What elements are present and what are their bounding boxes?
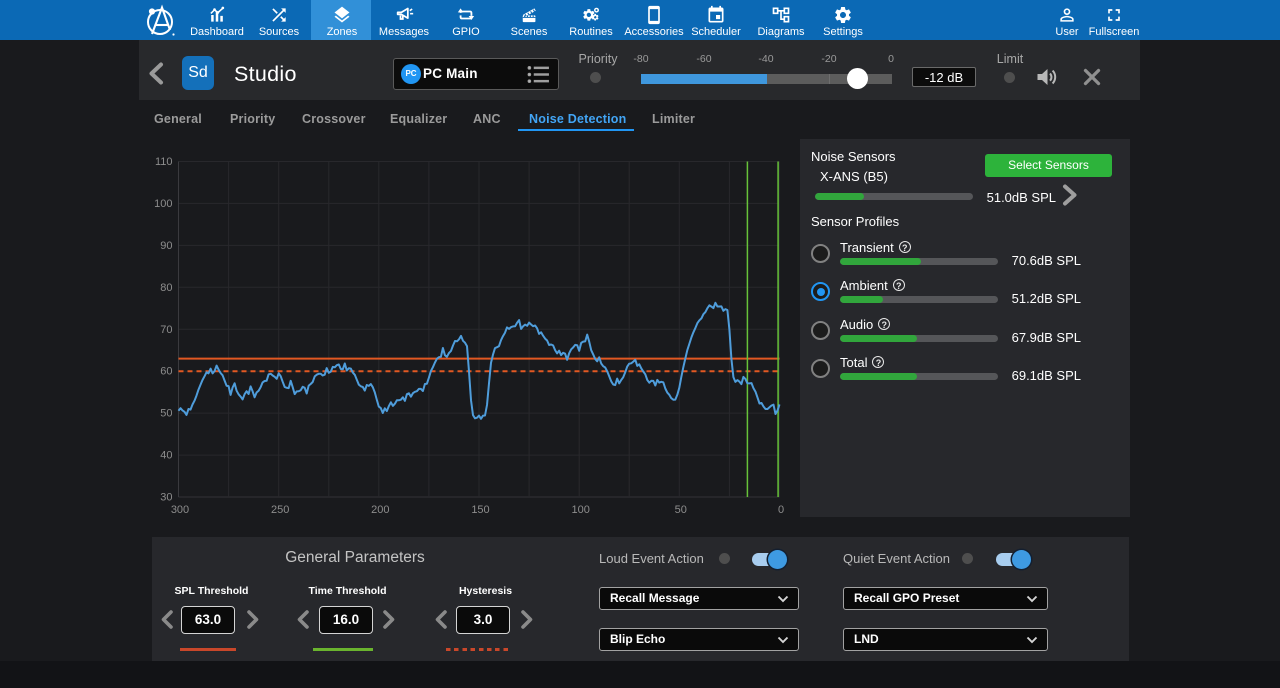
- svg-text:110: 110: [155, 156, 173, 168]
- svg-text:150: 150: [471, 504, 489, 516]
- svg-text:90: 90: [160, 240, 172, 252]
- svg-text:60: 60: [160, 366, 172, 378]
- svg-text:0: 0: [778, 504, 784, 516]
- svg-text:40: 40: [160, 450, 172, 462]
- svg-text:30: 30: [160, 492, 172, 504]
- svg-text:70: 70: [160, 324, 172, 336]
- svg-text:300: 300: [171, 504, 189, 516]
- svg-text:100: 100: [572, 504, 590, 516]
- svg-text:50: 50: [675, 504, 687, 516]
- svg-text:80: 80: [160, 282, 172, 294]
- svg-text:200: 200: [371, 504, 389, 516]
- svg-text:250: 250: [271, 504, 289, 516]
- svg-text:50: 50: [160, 408, 172, 420]
- svg-text:100: 100: [154, 198, 172, 210]
